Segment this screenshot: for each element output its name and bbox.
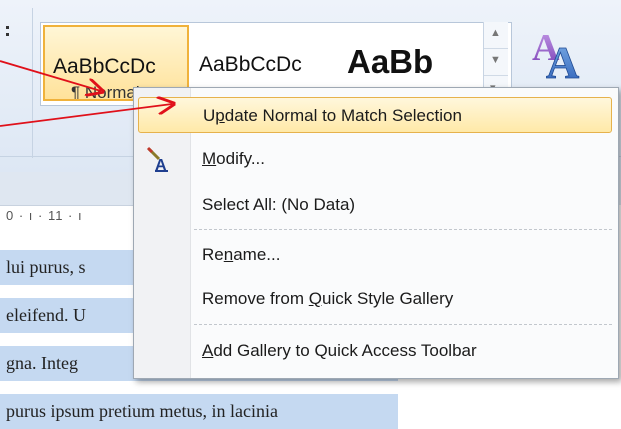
menu-item-label: Update Normal to Match Selection bbox=[203, 106, 462, 125]
style-context-menu: Update Normal to Match Selection A Modif… bbox=[133, 87, 619, 379]
menu-item-label: Add Gallery to Quick Access Toolbar bbox=[202, 341, 477, 360]
scroll-down-icon: ▼ bbox=[490, 54, 501, 66]
gallery-scroll-up-button[interactable]: ▲ bbox=[484, 22, 508, 49]
menu-item-update-normal[interactable]: Update Normal to Match Selection bbox=[138, 97, 612, 133]
doc-line: eleifend. U bbox=[0, 298, 146, 333]
doc-line: lui purus, s bbox=[0, 250, 146, 285]
scroll-up-icon: ▲ bbox=[490, 27, 501, 39]
style-normal-sample: AaBbCcDc bbox=[53, 55, 156, 78]
svg-text:A: A bbox=[155, 157, 167, 172]
menu-item-label: Remove from Quick Style Gallery bbox=[202, 289, 454, 308]
menu-item-rename[interactable]: Rename... bbox=[138, 237, 612, 273]
style-heading-1-sample: AaBb bbox=[347, 43, 434, 80]
menu-separator bbox=[194, 324, 612, 325]
change-styles-icon: A A bbox=[532, 27, 580, 88]
style-normal-caption: ¶ Normal bbox=[71, 83, 140, 101]
gallery-scroll-down-button[interactable]: ▼ bbox=[484, 49, 508, 76]
ribbon-left-group bbox=[0, 8, 33, 158]
svg-text:A: A bbox=[546, 37, 579, 88]
horizontal-ruler[interactable]: 0 · ı · 11 · ı bbox=[0, 205, 140, 229]
menu-item-select-all[interactable]: Select All: (No Data) bbox=[138, 187, 612, 223]
menu-item-label: Rename... bbox=[202, 245, 281, 264]
menu-item-modify[interactable]: A Modify... bbox=[138, 141, 612, 177]
change-styles-button[interactable]: A A bbox=[528, 22, 598, 92]
doc-line: purus ipsum pretium metus, in lacinia bbox=[0, 394, 398, 429]
style-no-spacing-sample: AaBbCcDc bbox=[199, 53, 302, 76]
modify-style-icon: A bbox=[146, 146, 172, 174]
menu-item-remove-from-gallery[interactable]: Remove from Quick Style Gallery bbox=[138, 281, 612, 317]
menu-separator bbox=[194, 229, 612, 230]
group-handle bbox=[6, 26, 13, 36]
ruler-ticks: 0 · ı · 11 · ı bbox=[6, 208, 83, 223]
menu-item-add-gallery-to-qat[interactable]: Add Gallery to Quick Access Toolbar bbox=[138, 333, 612, 369]
menu-item-label: Select All: (No Data) bbox=[202, 195, 356, 214]
menu-item-label: Modify... bbox=[202, 149, 265, 168]
